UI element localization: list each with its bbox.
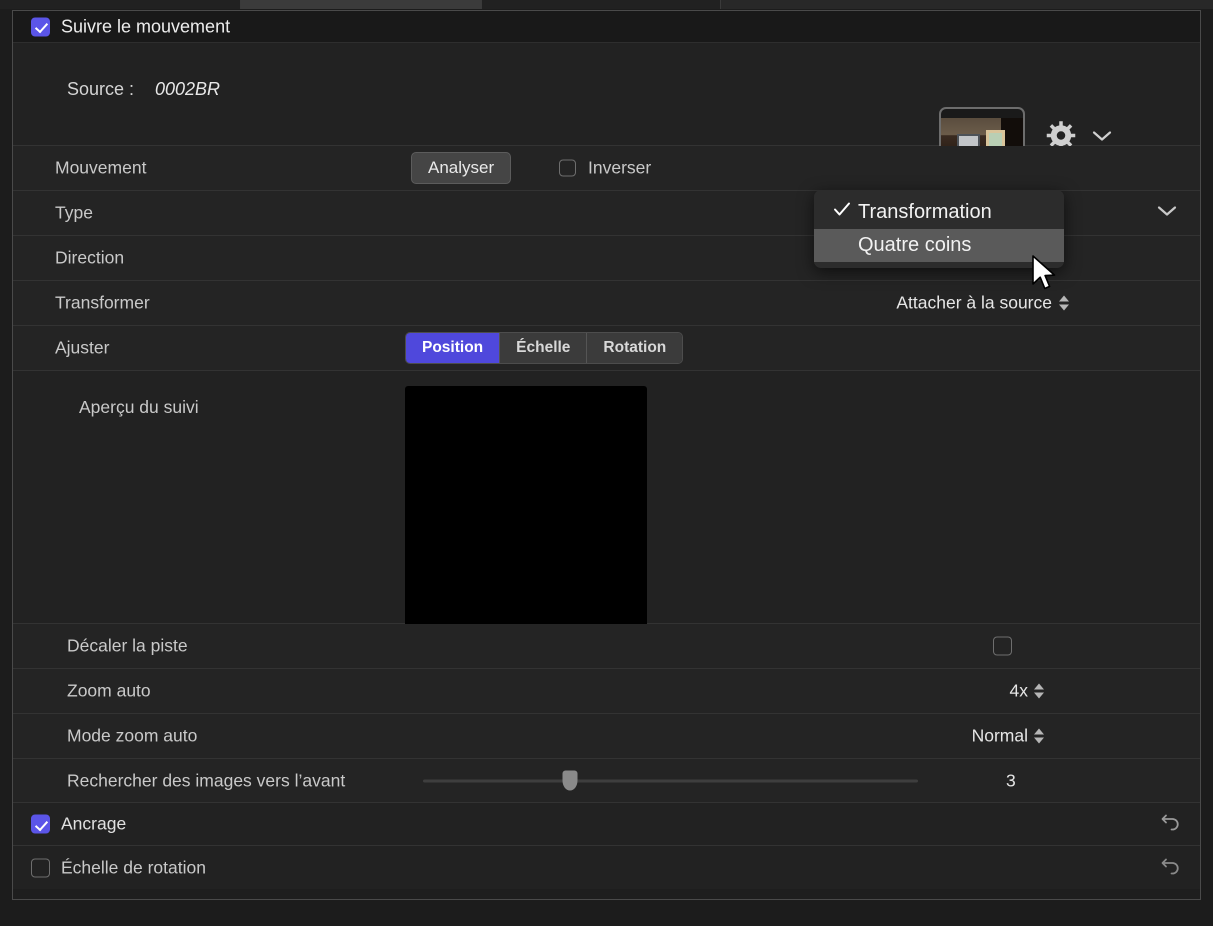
tab-strip-segment <box>721 0 1213 9</box>
adjust-segment-position[interactable]: Position <box>406 333 500 363</box>
motion-row: Mouvement Analyser Inverser <box>13 146 1200 191</box>
auto-zoom-label: Zoom auto <box>67 681 151 702</box>
offset-track-checkbox[interactable] <box>993 637 1012 656</box>
auto-zoom-mode-value[interactable]: Normal <box>972 726 1028 747</box>
behavior-inspector-panel: Suivre le mouvement Source : 0002BR <box>12 10 1201 900</box>
rotation-scale-reset-icon[interactable] <box>1160 853 1182 882</box>
offset-track-label: Décaler la piste <box>67 636 188 657</box>
anchor-row: Ancrage <box>13 803 1200 846</box>
motion-label: Mouvement <box>55 158 146 179</box>
type-dropdown-menu[interactable]: Transformation Quatre coins <box>814 190 1064 268</box>
search-frames-slider-knob[interactable] <box>563 771 578 791</box>
tracking-preview-label: Aperçu du suivi <box>79 397 199 418</box>
adjust-row: Ajuster Position Échelle Rotation <box>13 326 1200 371</box>
search-frames-value[interactable]: 3 <box>1006 770 1016 791</box>
dropdown-item-quatre-coins[interactable]: Quatre coins <box>814 229 1064 262</box>
rotation-scale-label: Échelle de rotation <box>61 857 206 878</box>
type-label: Type <box>55 203 93 224</box>
anchor-label: Ancrage <box>61 814 126 835</box>
adjust-segmented-control[interactable]: Position Échelle Rotation <box>405 332 683 364</box>
tracking-preview-box[interactable] <box>405 386 647 628</box>
dropdown-item-label: Transformation <box>858 201 992 223</box>
source-name: 0002BR <box>155 79 220 100</box>
source-label: Source : <box>67 79 134 100</box>
tab-strip-segment-active <box>241 0 482 9</box>
rotation-scale-row: Échelle de rotation <box>13 846 1200 889</box>
anchor-checkbox[interactable] <box>31 815 50 834</box>
track-motion-checkbox[interactable] <box>31 17 50 36</box>
transform-value[interactable]: Attacher à la source <box>896 293 1052 314</box>
analyze-button[interactable]: Analyser <box>411 152 511 184</box>
offset-track-row: Décaler la piste <box>13 624 1200 669</box>
auto-zoom-stepper-icon[interactable] <box>1034 683 1045 700</box>
dropdown-item-label: Quatre coins <box>858 234 971 256</box>
type-chevron-down-icon[interactable] <box>1156 204 1178 223</box>
auto-zoom-row: Zoom auto 4x <box>13 669 1200 714</box>
search-frames-forward-row: Rechercher des images vers l’avant 3 <box>13 759 1200 803</box>
auto-zoom-value[interactable]: 4x <box>1010 681 1028 702</box>
auto-zoom-mode-stepper-icon[interactable] <box>1034 728 1045 745</box>
auto-zoom-mode-label: Mode zoom auto <box>67 726 197 747</box>
track-motion-label: Suivre le mouvement <box>61 16 230 37</box>
tab-strip-segment <box>482 0 721 9</box>
tracking-preview-row: Aperçu du suivi <box>13 371 1200 624</box>
search-frames-slider-track[interactable] <box>423 779 918 782</box>
mouse-cursor <box>1031 255 1059 300</box>
anchor-reset-icon[interactable] <box>1160 810 1182 839</box>
dropdown-item-transformation[interactable]: Transformation <box>814 196 1064 229</box>
rotation-scale-checkbox[interactable] <box>31 858 50 877</box>
tab-strip-segment <box>0 0 241 9</box>
transform-row: Transformer Attacher à la source <box>13 281 1200 326</box>
source-row: Source : 0002BR <box>13 43 1200 146</box>
adjust-segment-scale[interactable]: Échelle <box>500 333 587 363</box>
checkmark-icon <box>833 196 851 229</box>
transform-stepper-icon[interactable] <box>1059 295 1070 312</box>
track-motion-header-row: Suivre le mouvement <box>13 11 1200 43</box>
search-frames-forward-label: Rechercher des images vers l’avant <box>67 770 345 791</box>
transform-label: Transformer <box>55 293 150 314</box>
adjust-label: Ajuster <box>55 338 109 359</box>
invert-label: Inverser <box>588 158 651 179</box>
invert-checkbox[interactable] <box>559 160 576 177</box>
direction-label: Direction <box>55 248 124 269</box>
chevron-down-icon[interactable] <box>1091 129 1113 148</box>
window-tab-strip <box>0 0 1213 9</box>
adjust-segment-rotation[interactable]: Rotation <box>587 333 682 363</box>
auto-zoom-mode-row: Mode zoom auto Normal <box>13 714 1200 759</box>
